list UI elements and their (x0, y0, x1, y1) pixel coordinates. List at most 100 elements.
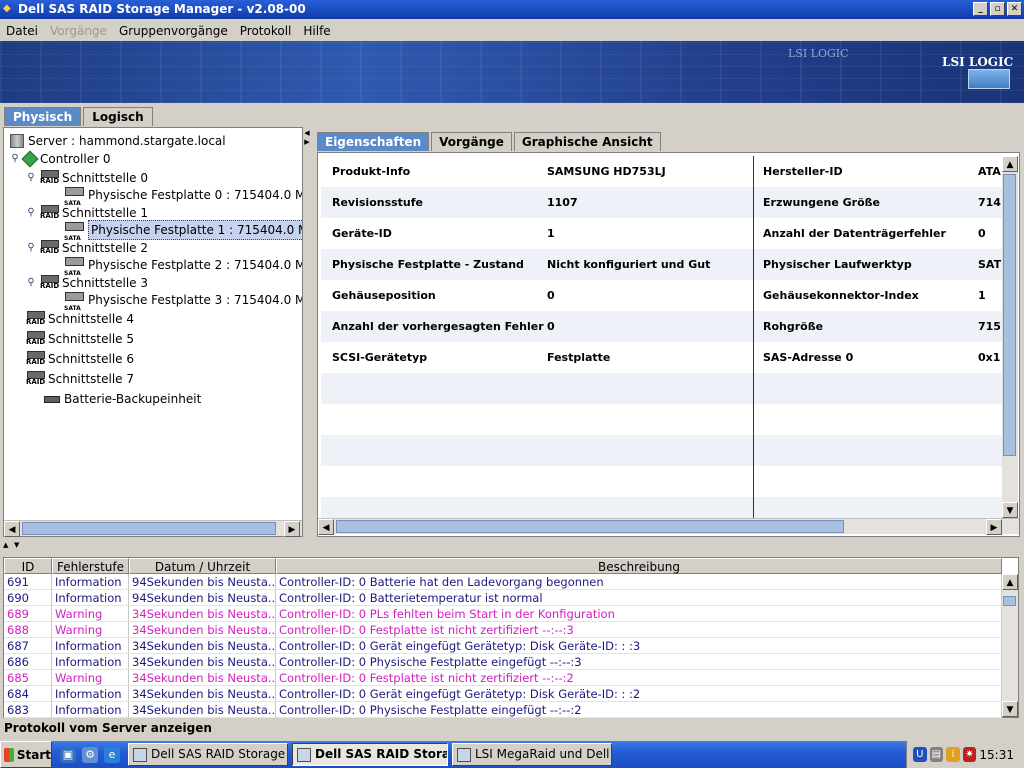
tree-hscroll-thumb[interactable] (22, 522, 276, 535)
minimize-button[interactable]: _ (973, 2, 988, 16)
title-bar[interactable]: ◆ Dell SAS RAID Storage Manager - v2.08-… (0, 0, 1024, 19)
log-row[interactable]: 689 Warning 34Sekunden bis Neusta... Contro… (4, 606, 1002, 622)
battery-icon (44, 395, 60, 403)
clock: 15:31 (979, 747, 1014, 762)
col-id[interactable]: ID (4, 558, 52, 574)
menu-datei[interactable]: Datei (6, 24, 44, 38)
scroll-down-icon[interactable]: ▼ (1002, 502, 1018, 518)
shield-icon[interactable]: U (913, 747, 927, 762)
scroll-right-icon[interactable]: ▶ (284, 521, 300, 537)
expand-toggle-icon[interactable]: ⚲ (26, 278, 36, 288)
property-row (321, 435, 1003, 466)
vertical-splitter[interactable]: ◀ ▶ (303, 127, 311, 537)
property-key: Rohgröße (763, 320, 824, 333)
raid-icon-label: RAID (26, 318, 46, 326)
tab-physisch[interactable]: Physisch (4, 107, 82, 126)
desktop-icon[interactable]: ▣ (60, 746, 76, 763)
col-datum-uhrzeit[interactable]: Datum / Uhrzeit (129, 558, 276, 574)
raid-port-icon: RAID (40, 275, 59, 291)
tree-port-3[interactable]: ⚲ RAID Schnittstelle 3 (26, 274, 148, 292)
tree-node-label: Controller 0 (40, 152, 111, 166)
tree-battery[interactable]: Batterie-Backupeinheit (44, 390, 201, 408)
log-row[interactable]: 686 Information 34Sekunden bis Neusta... Co… (4, 654, 1002, 670)
tree-port-2[interactable]: ⚲ RAID Schnittstelle 2 (26, 239, 148, 257)
tab-eigenschaften[interactable]: Eigenschaften (317, 132, 430, 151)
scroll-up-icon[interactable]: ▲ (1002, 574, 1018, 590)
properties-table: SCSI-Gerätetyp Festplatte SAS-Adresse 0 0x1… (321, 156, 1003, 518)
start-button[interactable]: Start (0, 741, 52, 768)
log-time: 94Sekunden bis Neusta... (129, 590, 276, 606)
scroll-left-icon[interactable]: ◀ (318, 519, 334, 535)
properties-vscroll-thumb[interactable] (1003, 174, 1016, 456)
tree-node-label: Batterie-Backupeinheit (64, 392, 202, 406)
log-row[interactable]: 691 Information 94Sekunden bis Neusta... Co… (4, 574, 1002, 590)
col-beschreibung[interactable]: Beschreibung (276, 558, 1002, 574)
tab-graphische-ansicht[interactable]: Graphische Ansicht (513, 132, 661, 151)
property-key: Gehäuseposition (332, 289, 436, 302)
property-value: 1 (547, 227, 555, 240)
app-icon: ◆ (3, 3, 11, 14)
tree-disk-0[interactable]: SATA Physische Festplatte 0 : 715404.0 MB (64, 186, 302, 207)
log-row[interactable]: 690 Information 94Sekunden bis Neusta... Co… (4, 590, 1002, 606)
col-fehlerstufe[interactable]: Fehlerstufe (52, 558, 129, 574)
maximize-button[interactable]: ▫ (990, 2, 1005, 16)
log-row[interactable]: 688 Warning 34Sekunden bis Neusta... Contro… (4, 622, 1002, 638)
log-row[interactable]: 687 Information 34Sekunden bis Neusta... Co… (4, 638, 1002, 654)
taskbar-button-raid-manager-1[interactable]: Dell SAS RAID Storage M... (128, 743, 288, 766)
tree-disk-3[interactable]: SATA Physische Festplatte 3 : 715404.0 MB (64, 291, 302, 312)
log-row[interactable]: 685 Warning 34Sekunden bis Neusta... Contro… (4, 670, 1002, 686)
browser-icon[interactable]: e (104, 746, 120, 763)
property-key: Hersteller-ID (763, 165, 843, 178)
tree-port-0[interactable]: ⚲ RAID Schnittstelle 0 (26, 169, 148, 187)
collapse-up-icon[interactable]: ▲ (3, 541, 8, 549)
close-button[interactable]: ✕ (1007, 2, 1022, 16)
menu-protokoll[interactable]: Protokoll (240, 24, 298, 38)
log-vscroll-thumb[interactable] (1003, 596, 1016, 606)
scroll-up-icon[interactable]: ▲ (1002, 156, 1018, 172)
properties-vscrollbar[interactable]: ▲ ▼ (1002, 156, 1018, 518)
log-row[interactable]: 684 Information 34Sekunden bis Neusta... Co… (4, 686, 1002, 702)
logo-text: LSI LOGIC (942, 55, 1014, 69)
expand-toggle-icon[interactable]: ⚲ (26, 173, 36, 183)
scroll-left-icon[interactable]: ◀ (4, 521, 20, 537)
expand-toggle-icon[interactable]: ⚲ (10, 154, 20, 164)
collapse-left-icon[interactable]: ◀ (304, 129, 310, 137)
tree-disk-2[interactable]: SATA Physische Festplatte 2 : 715404.0 MB (64, 256, 302, 277)
window-controls: _ ▫ ✕ (973, 2, 1022, 16)
scroll-right-icon[interactable]: ▶ (986, 519, 1002, 535)
expand-toggle-icon[interactable]: ⚲ (26, 243, 36, 253)
property-row (321, 497, 1003, 518)
tab-logisch[interactable]: Logisch (83, 107, 153, 126)
collapse-down-icon[interactable]: ▼ (14, 541, 19, 549)
tree-port-6[interactable]: RAID Schnittstelle 6 (26, 350, 134, 368)
tree-port-7[interactable]: RAID Schnittstelle 7 (26, 370, 134, 388)
property-key: Revisionsstufe (332, 196, 424, 209)
security-alert-icon[interactable]: ✷ (962, 747, 977, 762)
tree-server[interactable]: Server : hammond.stargate.local (10, 132, 226, 150)
taskbar-button-browser[interactable]: LSI MegaRaid und Dell P... (452, 743, 612, 766)
log-description: Controller-ID: 0 Physische Festplatte ei… (276, 654, 1002, 670)
tab-vorgaenge[interactable]: Vorgänge (431, 132, 512, 151)
menu-hilfe[interactable]: Hilfe (303, 24, 336, 38)
log-row[interactable]: 683 Information 34Sekunden bis Neusta... Co… (4, 702, 1002, 718)
taskbar-button-label: LSI MegaRaid und Dell P... (475, 747, 611, 761)
properties-hscroll-thumb[interactable] (336, 520, 844, 533)
tree-controller[interactable]: ⚲ Controller 0 (10, 150, 110, 168)
tree-hscrollbar[interactable]: ◀ ▶ (4, 520, 302, 537)
scroll-down-icon[interactable]: ▼ (1002, 701, 1018, 717)
horizontal-splitter[interactable]: ▲ ▼ (0, 539, 1024, 557)
explorer-icon[interactable]: ⚙ (82, 746, 98, 763)
property-row (321, 466, 1003, 497)
expand-toggle-icon[interactable]: ⚲ (26, 208, 36, 218)
log-vscrollbar[interactable]: ▲ ▼ (1002, 574, 1018, 717)
network-icon[interactable]: ▤ (929, 747, 944, 762)
tree-port-4[interactable]: RAID Schnittstelle 4 (26, 310, 134, 328)
property-value: SAMSUNG HD753LJ (547, 165, 666, 178)
tree-port-5[interactable]: RAID Schnittstelle 5 (26, 330, 134, 348)
menu-gruppenvorgaenge[interactable]: Gruppenvorgänge (119, 24, 234, 38)
collapse-right-icon[interactable]: ▶ (304, 138, 310, 146)
info-icon[interactable]: i (946, 747, 960, 762)
taskbar-button-raid-manager-2[interactable]: Dell SAS RAID Storag... (292, 743, 448, 766)
tree-disk-1[interactable]: SATA Physische Festplatte 1 : 715404.0 MB (64, 220, 302, 242)
properties-hscrollbar[interactable]: ◀ ▶ (318, 518, 1019, 535)
